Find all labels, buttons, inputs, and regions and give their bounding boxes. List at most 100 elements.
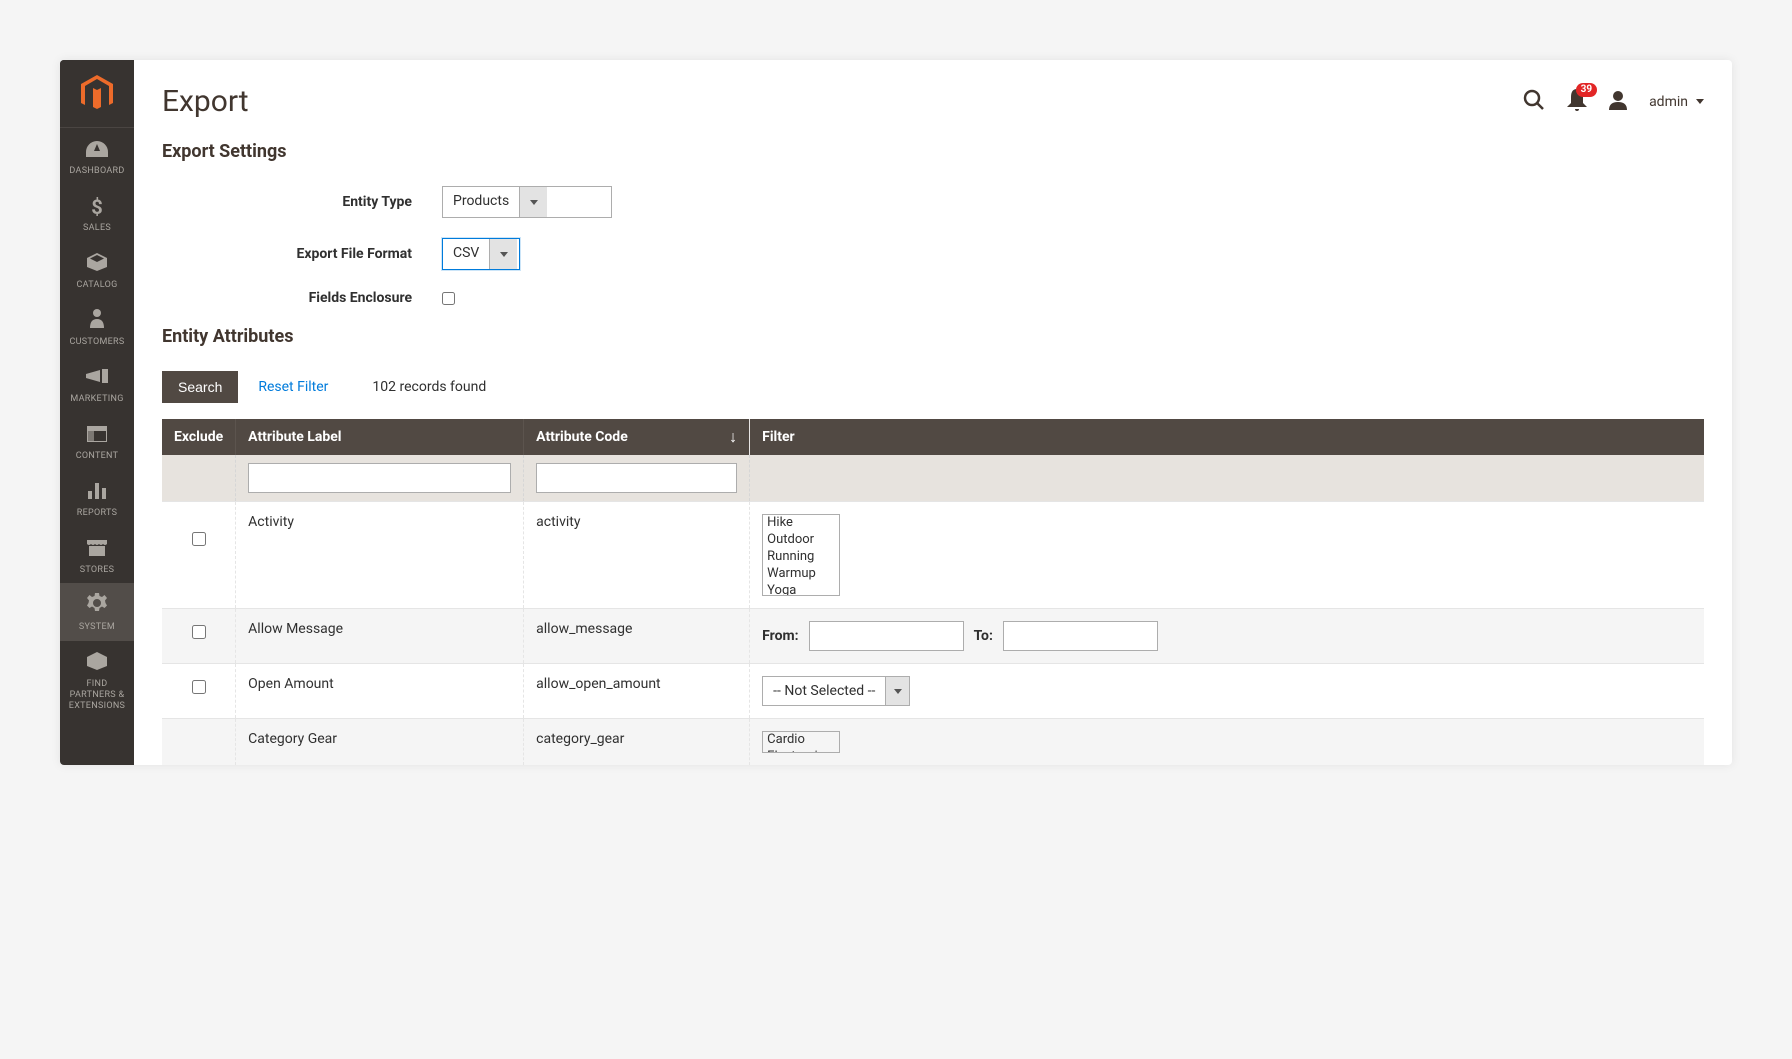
select-value: -- Not Selected -- — [763, 677, 885, 705]
nav-label: SALES — [79, 223, 115, 234]
filter-range: From: To: — [762, 621, 1692, 651]
table-row: Open Amount allow_open_amount -- Not Sel… — [162, 664, 1704, 719]
content: Export Settings Entity Type Products Exp… — [134, 119, 1732, 765]
puzzle-icon — [87, 651, 107, 675]
option[interactable]: Running — [763, 549, 839, 566]
nav-content[interactable]: CONTENT — [60, 413, 134, 470]
file-format-row: Export File Format CSV — [162, 238, 1704, 270]
nav-sales[interactable]: $ SALES — [60, 185, 134, 242]
select-value: CSV — [443, 239, 489, 269]
nav-customers[interactable]: CUSTOMERS — [60, 298, 134, 356]
filter-multiselect[interactable]: Cardio Electronic — [762, 731, 840, 753]
page-title: Export — [162, 84, 249, 119]
records-found: 102 records found — [372, 379, 486, 395]
nav-marketing[interactable]: MARKETING — [60, 356, 134, 413]
export-settings-title: Export Settings — [162, 141, 1704, 162]
select-value: Products — [443, 187, 519, 217]
topbar-right: 39 admin — [1523, 89, 1704, 115]
exclude-checkbox[interactable] — [192, 625, 206, 639]
attr-label: Category Gear — [236, 719, 524, 766]
chevron-down-icon — [489, 239, 517, 269]
layout-icon — [87, 423, 107, 447]
attr-code: activity — [524, 502, 750, 609]
attr-code: category_gear — [524, 719, 750, 766]
nav-label: CATALOG — [72, 280, 121, 291]
nav-label: MARKETING — [66, 394, 127, 405]
filter-row — [162, 455, 1704, 502]
exclude-checkbox[interactable] — [192, 532, 206, 546]
nav-dashboard[interactable]: DASHBOARD — [60, 128, 134, 185]
option[interactable]: Warmup — [763, 566, 839, 583]
nav-reports[interactable]: REPORTS — [60, 470, 134, 527]
chevron-down-icon — [1696, 99, 1704, 104]
search-button[interactable]: Search — [162, 371, 238, 403]
fields-enclosure-label: Fields Enclosure — [162, 290, 442, 306]
attr-label: Activity — [236, 502, 524, 609]
option[interactable]: Outdoor — [763, 532, 839, 549]
user-icon — [1609, 90, 1627, 114]
col-filter[interactable]: Filter — [750, 419, 1704, 455]
file-format-select[interactable]: CSV — [442, 238, 520, 270]
entity-type-row: Entity Type Products — [162, 186, 1704, 218]
range-to-label: To: — [974, 628, 993, 644]
user-name: admin — [1649, 94, 1688, 110]
box-icon — [87, 252, 107, 276]
sort-arrow-icon: ↓ — [729, 427, 737, 447]
gear-icon — [87, 593, 107, 618]
attributes-toolbar: Search Reset Filter 102 records found — [162, 371, 1704, 403]
nav-label: REPORTS — [73, 508, 121, 519]
nav-label: DASHBOARD — [65, 166, 128, 177]
fields-enclosure-row: Fields Enclosure — [162, 290, 1704, 306]
magento-logo-icon — [81, 75, 113, 113]
fields-enclosure-checkbox[interactable] — [442, 292, 455, 305]
topbar: Export 39 admin — [134, 60, 1732, 119]
table-row: Allow Message allow_message From: To: — [162, 609, 1704, 664]
nav-label: CUSTOMERS — [65, 337, 128, 348]
chevron-down-icon — [519, 187, 547, 217]
option[interactable]: Cardio — [763, 732, 839, 749]
magento-logo[interactable] — [60, 60, 134, 128]
chevron-down-icon — [885, 677, 909, 705]
attr-code: allow_message — [524, 609, 750, 664]
option[interactable]: Yoga — [763, 583, 839, 596]
user-menu[interactable]: admin — [1649, 94, 1704, 110]
nav-system[interactable]: SYSTEM — [60, 583, 134, 641]
bars-icon — [88, 480, 106, 504]
attr-label: Open Amount — [236, 664, 524, 719]
reset-filter-link[interactable]: Reset Filter — [258, 379, 328, 395]
col-label[interactable]: Attribute Label — [236, 419, 524, 455]
nav-label: SYSTEM — [75, 622, 119, 633]
col-exclude[interactable]: Exclude — [162, 419, 236, 455]
nav-catalog[interactable]: CATALOG — [60, 242, 134, 299]
nav-label: CONTENT — [72, 451, 123, 462]
app-frame: DASHBOARD $ SALES CATALOG CUSTOMERS MARK… — [60, 60, 1732, 765]
range-from-input[interactable] — [809, 621, 964, 651]
main-content: Export 39 admin Export Settings Entit — [134, 60, 1732, 765]
attr-code: allow_open_amount — [524, 664, 750, 719]
filter-multiselect[interactable]: Hike Outdoor Running Warmup Yoga — [762, 514, 840, 596]
notifications-button[interactable]: 39 — [1567, 89, 1587, 115]
entity-type-select[interactable]: Products — [442, 186, 612, 218]
entity-type-label: Entity Type — [162, 194, 442, 210]
table-row: Activity activity Hike Outdoor Running W… — [162, 502, 1704, 609]
filter-select[interactable]: -- Not Selected -- — [762, 676, 910, 706]
col-code[interactable]: Attribute Code↓ — [524, 419, 750, 455]
notification-badge: 39 — [1576, 83, 1597, 97]
range-from-label: From: — [762, 628, 798, 644]
nav-stores[interactable]: STORES — [60, 527, 134, 584]
range-to-input[interactable] — [1003, 621, 1158, 651]
nav-label: STORES — [76, 565, 119, 576]
filter-code-input[interactable] — [536, 463, 737, 493]
dollar-icon: $ — [91, 195, 102, 219]
exclude-checkbox[interactable] — [192, 680, 206, 694]
person-icon — [90, 308, 104, 333]
option[interactable]: Hike — [763, 515, 839, 532]
nav-label: FIND PARTNERS & EXTENSIONS — [60, 679, 134, 711]
file-format-label: Export File Format — [162, 246, 442, 262]
nav-partners[interactable]: FIND PARTNERS & EXTENSIONS — [60, 641, 134, 719]
megaphone-icon — [86, 366, 108, 390]
search-icon[interactable] — [1523, 89, 1545, 115]
filter-label-input[interactable] — [248, 463, 511, 493]
store-icon — [87, 537, 107, 561]
option[interactable]: Electronic — [763, 749, 839, 753]
